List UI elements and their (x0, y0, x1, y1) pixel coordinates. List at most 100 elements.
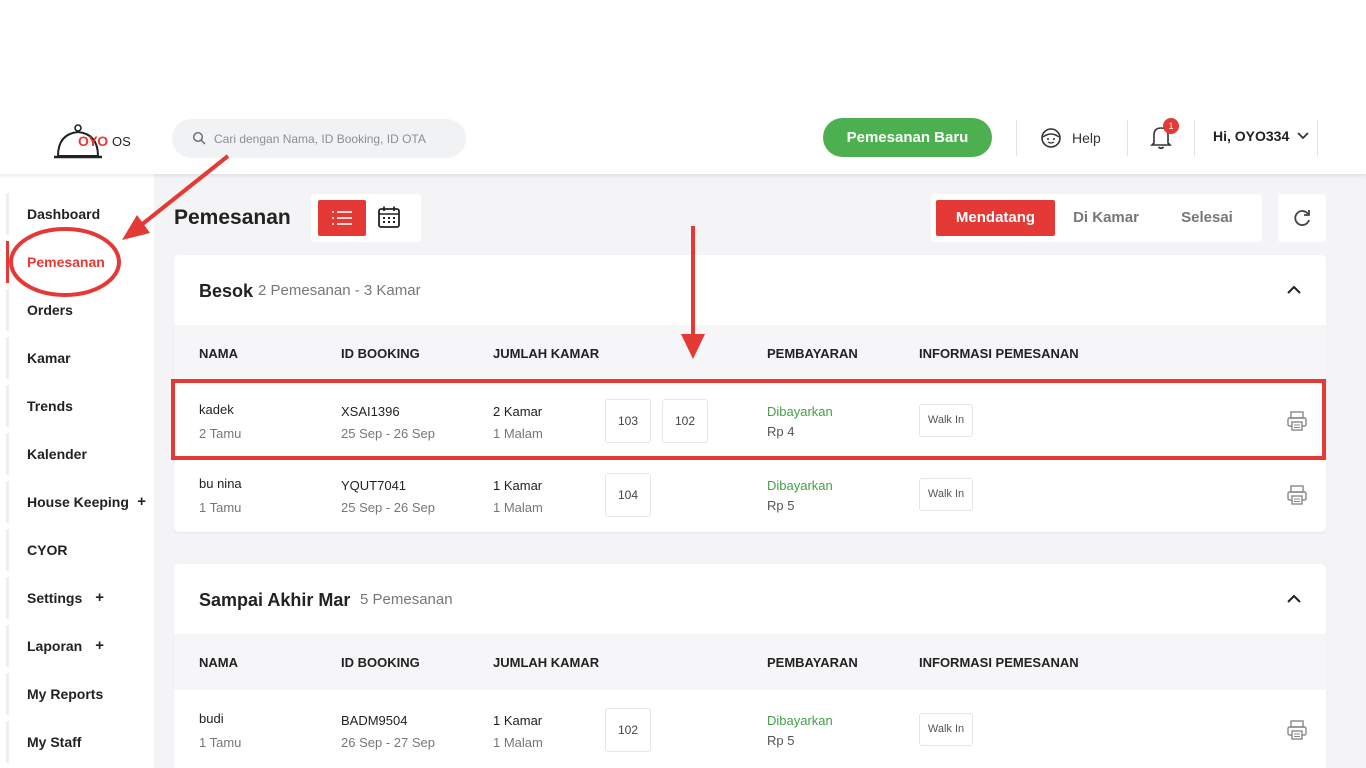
room-chip[interactable]: 102 (605, 708, 651, 752)
table-header: NAMA ID BOOKING JUMLAH KAMAR PEMBAYARAN … (174, 325, 1326, 381)
room-chip[interactable]: 103 (605, 399, 651, 443)
guest-name: bu nina (199, 476, 242, 491)
sidebar-item-label: Settings (27, 590, 83, 606)
refresh-button[interactable] (1278, 194, 1326, 242)
sidebar-item-label: House Keeping (27, 494, 129, 510)
booking-status-tabs: Mendatang Di Kamar Selesai (931, 194, 1262, 242)
chevron-up-icon[interactable] (1286, 591, 1302, 607)
divider (1194, 120, 1195, 156)
group-subtitle: 5 Pemesanan (360, 591, 453, 608)
room-chip[interactable]: 104 (605, 473, 651, 517)
refresh-icon (1294, 210, 1310, 226)
payment-amount: Rp 5 (767, 498, 795, 513)
stay-dates: 25 Sep - 26 Sep (341, 500, 435, 515)
nights-count: 1 Malam (493, 735, 543, 750)
rooms-count: 1 Kamar (493, 713, 543, 728)
sidebar-item-label: CYOR (27, 542, 68, 558)
table-row[interactable]: kadek 2 Tamu XSAI1396 25 Sep - 26 Sep 2 … (174, 384, 1326, 458)
sidebar-item-orders[interactable]: Orders (6, 289, 154, 331)
help-label: Help (1072, 130, 1101, 146)
tab-di-kamar[interactable]: Di Kamar (1061, 200, 1151, 236)
sidebar-item-label: Orders (27, 302, 73, 318)
sidebar-item-dashboard[interactable]: Dashboard (6, 193, 154, 235)
sidebar-item-label: Trends (27, 398, 73, 414)
sidebar: Dashboard Pemesanan Orders Kamar Trends … (0, 174, 154, 768)
expand-plus-icon[interactable]: + (95, 625, 104, 667)
column-header-name: NAMA (199, 346, 238, 361)
oyo-os-logo[interactable]: OYO OS (52, 116, 132, 160)
divider (1317, 120, 1318, 156)
guest-count: 2 Tamu (199, 426, 242, 441)
search-bar[interactable] (172, 119, 466, 158)
sidebar-item-my-staff[interactable]: My Staff (6, 721, 154, 763)
divider (1127, 120, 1128, 156)
print-icon[interactable] (1286, 484, 1308, 506)
search-icon (192, 131, 206, 145)
new-booking-button[interactable]: Pemesanan Baru (823, 118, 992, 157)
calendar-view-icon[interactable] (377, 205, 401, 229)
expand-plus-icon[interactable]: + (95, 577, 104, 619)
notification-badge: 1 (1163, 118, 1179, 134)
sidebar-item-kalender[interactable]: Kalender (6, 433, 154, 475)
sidebar-item-trends[interactable]: Trends (6, 385, 154, 427)
sidebar-item-pemesanan[interactable]: Pemesanan (6, 241, 154, 283)
list-view-icon (332, 211, 352, 225)
page-title: Pemesanan (174, 206, 291, 229)
sidebar-item-cyor[interactable]: CYOR (6, 529, 154, 571)
help-button[interactable]: Help (1040, 126, 1101, 150)
print-icon[interactable] (1286, 410, 1308, 432)
view-toggle (311, 194, 421, 242)
column-header-booking-id: ID BOOKING (341, 655, 420, 670)
user-menu[interactable]: Hi, OYO334 (1213, 128, 1309, 144)
room-chip[interactable]: 102 (662, 399, 708, 443)
guest-count: 1 Tamu (199, 500, 242, 515)
booking-group-card: Besok 2 Pemesanan - 3 Kamar NAMA ID BOOK… (174, 255, 1326, 532)
booking-source-tag: Walk In (919, 404, 973, 437)
logo-oyo-text: OYO (78, 133, 108, 149)
expand-plus-icon[interactable]: + (137, 481, 146, 523)
column-header-rooms: JUMLAH KAMAR (493, 346, 600, 361)
sidebar-item-kamar[interactable]: Kamar (6, 337, 154, 379)
payment-status: Dibayarkan (767, 478, 833, 493)
guest-count: 1 Tamu (199, 735, 242, 750)
logo-os-text: OS (112, 134, 131, 149)
list-view-button[interactable] (318, 200, 366, 236)
column-header-booking-id: ID BOOKING (341, 346, 420, 361)
sidebar-item-label: Laporan (27, 638, 83, 654)
column-header-name: NAMA (199, 655, 238, 670)
sidebar-item-label: Kalender (27, 446, 87, 462)
booking-id: XSAI1396 (341, 404, 400, 419)
group-header[interactable]: Sampai Akhir Mar 5 Pemesanan (174, 564, 1326, 634)
sidebar-item-house-keeping[interactable]: House Keeping + (6, 481, 154, 523)
booking-group-card: Sampai Akhir Mar 5 Pemesanan NAMA ID BOO… (174, 564, 1326, 768)
group-header[interactable]: Besok 2 Pemesanan - 3 Kamar (174, 255, 1326, 325)
table-header: NAMA ID BOOKING JUMLAH KAMAR PEMBAYARAN … (174, 634, 1326, 690)
print-icon[interactable] (1286, 719, 1308, 741)
chevron-down-icon (1297, 132, 1309, 140)
sidebar-item-label: My Reports (27, 686, 104, 702)
group-title: Besok (199, 281, 254, 301)
rooms-count: 2 Kamar (493, 404, 543, 419)
search-input[interactable] (214, 119, 454, 158)
payment-status: Dibayarkan (767, 713, 833, 728)
sidebar-item-laporan[interactable]: Laporan + (6, 625, 154, 667)
tab-selesai[interactable]: Selesai (1167, 200, 1247, 236)
table-row[interactable]: budi 1 Tamu BADM9504 26 Sep - 27 Sep 1 K… (174, 693, 1326, 767)
sidebar-item-settings[interactable]: Settings + (6, 577, 154, 619)
tab-mendatang[interactable]: Mendatang (936, 200, 1055, 236)
sidebar-item-my-reports[interactable]: My Reports (6, 673, 154, 715)
column-header-payment: PEMBAYARAN (767, 655, 858, 670)
table-row[interactable]: bu nina 1 Tamu YQUT7041 25 Sep - 26 Sep … (174, 458, 1326, 532)
sidebar-item-label: Pemesanan (27, 254, 105, 270)
sidebar-item-label: Kamar (27, 350, 71, 366)
sidebar-item-label: My Staff (27, 734, 82, 750)
chevron-up-icon[interactable] (1286, 282, 1302, 298)
nights-count: 1 Malam (493, 500, 543, 515)
nights-count: 1 Malam (493, 426, 543, 441)
booking-id: YQUT7041 (341, 478, 407, 493)
divider (1016, 120, 1017, 156)
column-header-info: INFORMASI PEMESANAN (919, 346, 1079, 361)
group-subtitle: 2 Pemesanan - 3 Kamar (258, 282, 421, 299)
column-header-info: INFORMASI PEMESANAN (919, 655, 1079, 670)
top-bar: OYO OS Pemesanan Baru Help 1 Hi, OYO334 (0, 100, 1366, 174)
